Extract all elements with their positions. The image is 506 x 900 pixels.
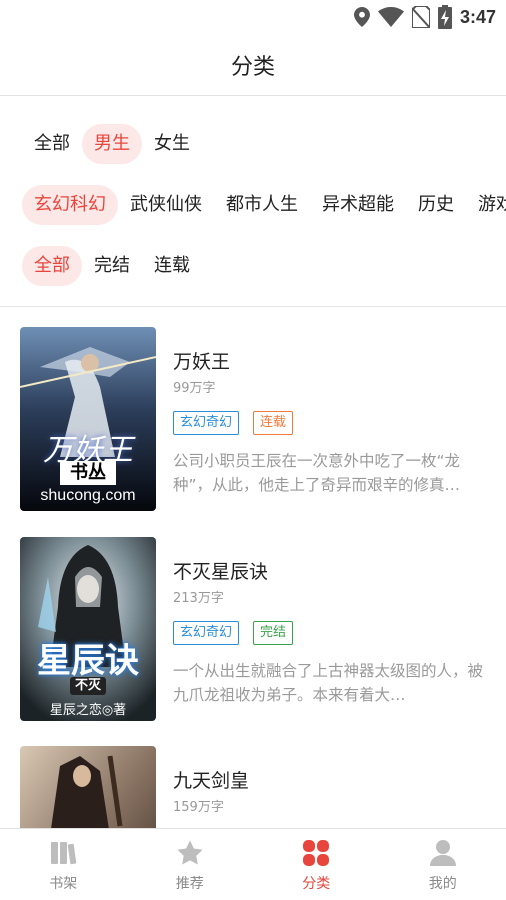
book-cover-art [20,746,156,828]
book-list-item[interactable]: 万妖王 书丛 shucong.com 万妖王 99万字 玄幻奇幻 连载 公司小职… [20,327,490,511]
book-word-count: 213万字 [173,591,224,606]
page-title: 分类 [230,54,275,80]
genre-filter-row[interactable]: 玄幻科幻 武侠仙侠 都市人生 异术超能 历史 游戏 [22,185,506,225]
book-cover[interactable]: 星辰诀 不灭 星辰之恋◎著 [20,537,156,721]
filter-status-all[interactable]: 全部 [22,246,82,286]
tab-label: 书架 [49,876,78,892]
filter-gender-female[interactable]: 女生 [142,124,202,164]
cover-title-text: 星辰诀 [37,641,139,681]
gender-filter-row: 全部 男生 女生 [22,124,506,164]
cover-author-text: 星辰之恋◎著 [49,703,127,718]
book-word-count: 159万字 [173,800,224,815]
filter-status-completed[interactable]: 完结 [82,246,142,286]
filter-genre-supernatural[interactable]: 异术超能 [310,185,406,225]
tab-label: 我的 [428,876,457,892]
book-title[interactable]: 不灭星辰诀 [173,557,268,584]
book-tags: 玄幻奇幻 完结 [173,621,294,645]
star-icon [177,840,203,865]
bookshelf-icon [51,842,77,865]
book-cover[interactable]: 万妖王 书丛 shucong.com [20,327,156,511]
tab-label: 分类 [302,876,331,892]
status-tag: 连载 [253,411,294,435]
tab-recommend[interactable]: 推荐 [127,829,254,900]
tab-me[interactable]: 我的 [380,829,506,900]
no-sim-icon [411,6,430,28]
genre-tag: 玄幻奇幻 [173,411,240,435]
filter-genre-wuxia[interactable]: 武侠仙侠 [118,185,214,225]
filter-genre-xuanhuan[interactable]: 玄幻科幻 [22,185,118,225]
bottom-tab-bar: 书架 推荐 分类 我的 [0,828,506,900]
status-tag: 完结 [253,621,294,645]
book-title[interactable]: 万妖王 [173,347,230,374]
filter-genre-urban[interactable]: 都市人生 [214,185,310,225]
book-description: 一个从出生就融合了上古神器太级图的人，被九爪龙祖收为弟子。本来有着大… [173,662,484,704]
tab-category[interactable]: 分类 [253,829,380,900]
cover-subtitle-text: 不灭 [70,677,106,695]
filter-status-serial[interactable]: 连载 [142,246,202,286]
filter-genre-game[interactable]: 游戏 [466,185,506,225]
book-description: 公司小职员王辰在一次意外中吃了一枚“龙种”，从此，他走上了奇异而艰辛的修真… [173,452,461,494]
battery-charging-icon [437,5,452,29]
book-word-count: 99万字 [173,381,216,396]
title-bar: 分类 [0,34,506,96]
book-cover[interactable] [20,746,156,828]
status-bar: 3:47 [0,0,506,34]
user-icon [429,840,456,866]
filter-genre-history[interactable]: 历史 [406,185,466,225]
status-icons: 3:47 [353,4,496,30]
location-icon [353,7,370,27]
tab-label: 推荐 [175,876,204,892]
status-time: 3:47 [459,6,496,27]
book-title[interactable]: 九天剑皇 [173,766,249,793]
cover-brand-text: 书丛 [60,461,116,485]
filter-gender-all[interactable]: 全部 [22,124,82,164]
tab-bookshelf[interactable]: 书架 [0,829,127,900]
book-tags: 玄幻奇幻 连载 [173,411,294,435]
category-icon [303,840,330,866]
status-filter-row: 全部 完结 连载 [22,246,506,286]
wifi-icon [377,7,404,27]
filter-gender-male[interactable]: 男生 [82,124,142,164]
cover-site-text: shucong.com [40,487,136,504]
filter-divider [0,306,506,307]
book-list-item[interactable]: 九天剑皇 159万字 [20,746,490,828]
genre-tag: 玄幻奇幻 [173,621,240,645]
book-list-item[interactable]: 星辰诀 不灭 星辰之恋◎著 不灭星辰诀 213万字 玄幻奇幻 完结 一个从出生就… [20,537,490,721]
